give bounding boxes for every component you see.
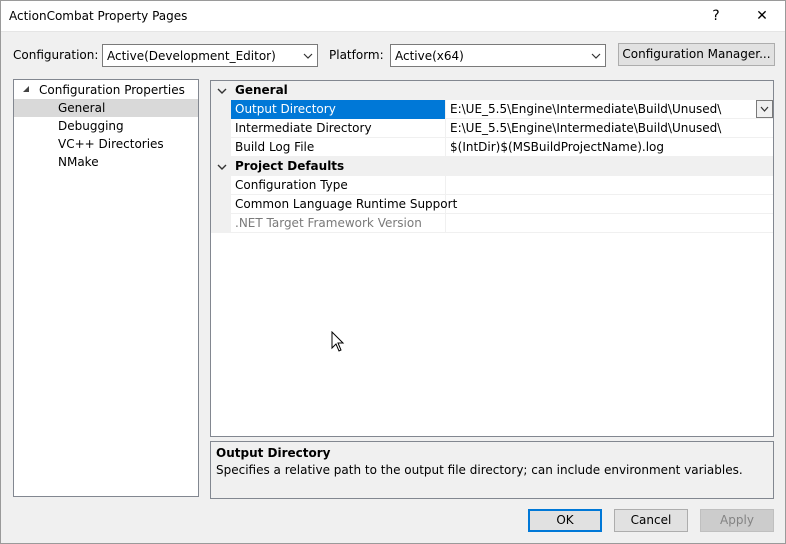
property-name: Output Directory (231, 100, 446, 119)
category-project-defaults[interactable]: Project Defaults (211, 157, 773, 176)
tree-item-label: VC++ Directories (58, 137, 164, 151)
property-value[interactable] (446, 214, 773, 233)
property-row-clr-support[interactable]: Common Language Runtime Support (211, 195, 773, 214)
grid-gutter (211, 157, 231, 176)
description-title: Output Directory (216, 446, 331, 460)
description-panel: Output Directory Specifies a relative pa… (210, 441, 774, 499)
platform-label: Platform: (329, 48, 384, 62)
configuration-value: Active(Development_Editor) (107, 49, 276, 63)
chevron-down-icon (301, 48, 315, 63)
tree-item-general[interactable]: General (14, 99, 198, 117)
category-general[interactable]: General (211, 81, 773, 100)
property-value[interactable]: $(IntDir)$(MSBuildProjectName).log (446, 138, 773, 157)
grid-gutter (211, 195, 231, 214)
category-label: General (235, 83, 288, 97)
property-row-intermediate-directory[interactable]: Intermediate Directory E:\UE_5.5\Engine\… (211, 119, 773, 138)
property-value[interactable]: E:\UE_5.5\Engine\Intermediate\Build\Unus… (446, 100, 773, 119)
cancel-button[interactable]: Cancel (614, 509, 688, 532)
grid-gutter (211, 214, 231, 233)
apply-button[interactable]: Apply (700, 509, 774, 532)
ok-button[interactable]: OK (528, 509, 602, 532)
property-row-build-log-file[interactable]: Build Log File $(IntDir)$(MSBuildProject… (211, 138, 773, 157)
property-value[interactable] (446, 176, 773, 195)
window-title: ActionCombat Property Pages (9, 9, 188, 23)
property-name: Common Language Runtime Support (231, 195, 457, 214)
grid-gutter (211, 100, 231, 119)
property-value[interactable] (446, 195, 773, 214)
property-row-output-directory[interactable]: Output Directory E:\UE_5.5\Engine\Interm… (211, 100, 773, 119)
property-row-net-target-framework[interactable]: .NET Target Framework Version (211, 214, 773, 233)
tree-item-label: Debugging (58, 119, 124, 133)
tree-root-label: Configuration Properties (39, 83, 185, 97)
grid-gutter (211, 138, 231, 157)
mouse-cursor-icon (331, 330, 345, 356)
platform-value: Active(x64) (395, 49, 464, 63)
title-bar: ActionCombat Property Pages ? ✕ (1, 1, 785, 32)
configuration-manager-button[interactable]: Configuration Manager... (618, 43, 775, 66)
property-name: Intermediate Directory (231, 119, 446, 138)
property-value[interactable]: E:\UE_5.5\Engine\Intermediate\Build\Unus… (446, 119, 773, 138)
property-row-configuration-type[interactable]: Configuration Type (211, 176, 773, 195)
description-text: Specifies a relative path to the output … (216, 463, 743, 477)
tree-item-configuration-properties[interactable]: Configuration Properties (14, 81, 198, 99)
tree-item-debugging[interactable]: Debugging (14, 117, 198, 135)
value-dropdown-button[interactable] (756, 100, 773, 118)
grid-gutter (211, 81, 231, 100)
platform-dropdown[interactable]: Active(x64) (390, 44, 606, 67)
configuration-dropdown[interactable]: Active(Development_Editor) (102, 44, 318, 67)
chevron-down-icon (589, 48, 603, 63)
tree-item-label: General (58, 101, 106, 115)
configuration-label: Configuration: (13, 48, 99, 62)
tree-item-vc-directories[interactable]: VC++ Directories (14, 135, 198, 153)
property-pages-dialog: ActionCombat Property Pages ? ✕ Configur… (0, 0, 786, 544)
tree-item-label: NMake (58, 155, 99, 169)
property-name: .NET Target Framework Version (231, 214, 446, 233)
grid-gutter (211, 176, 231, 195)
property-tree: Configuration Properties General Debuggi… (13, 79, 199, 497)
chevron-down-icon[interactable] (217, 85, 227, 99)
chevron-down-icon[interactable] (217, 161, 227, 175)
grid-gutter (211, 119, 231, 138)
close-button[interactable]: ✕ (739, 1, 785, 32)
help-button[interactable]: ? (693, 1, 739, 32)
property-name: Configuration Type (231, 176, 446, 195)
category-label: Project Defaults (235, 159, 345, 173)
property-name: Build Log File (231, 138, 446, 157)
property-grid: General Output Directory E:\UE_5.5\Engin… (210, 80, 774, 437)
tree-item-nmake[interactable]: NMake (14, 153, 198, 171)
